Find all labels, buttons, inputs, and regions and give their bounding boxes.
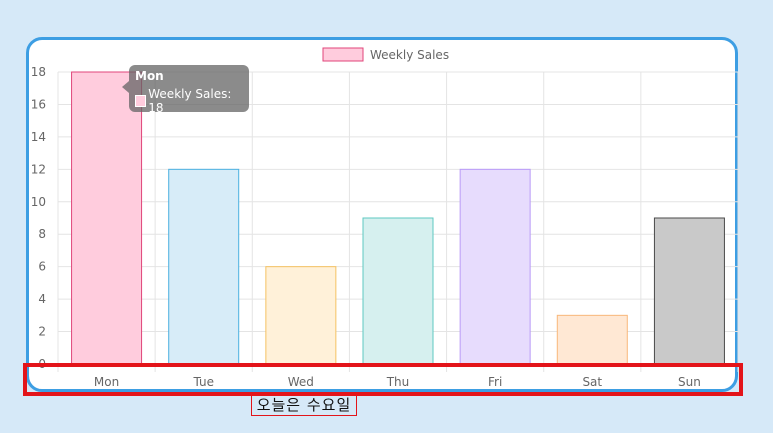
- bar: [265, 266, 337, 365]
- tooltip-row: Weekly Sales: 18: [135, 87, 243, 115]
- y-tick-label: 0: [38, 357, 46, 371]
- bar: [168, 168, 240, 365]
- x-tick-label: Tue: [192, 375, 214, 389]
- caption-text: 오늘은 수요일: [251, 394, 357, 416]
- y-tick-label: 8: [38, 227, 46, 241]
- x-tick-label: Sat: [582, 375, 602, 389]
- y-tick-label: 18: [31, 65, 46, 79]
- bar: [71, 71, 143, 365]
- bar: [362, 217, 434, 365]
- y-tick-label: 2: [38, 325, 46, 339]
- bar-chart: 0 2 4 6 8 10 12 14 16 18 Mon Tue Wed Thu Fri Sat Sun Week…: [31, 47, 739, 389]
- y-tick-label: 10: [31, 195, 46, 209]
- x-tick-label: Fri: [488, 375, 502, 389]
- legend-label: Weekly Sales: [370, 48, 449, 62]
- y-tick-label: 14: [31, 130, 46, 144]
- y-tick-label: 12: [31, 162, 46, 176]
- bar: [653, 217, 725, 365]
- tooltip-label: Weekly Sales: 18: [148, 87, 232, 115]
- x-tick-label: Sun: [678, 375, 701, 389]
- x-tick-label: Thu: [386, 375, 410, 389]
- stage: 0 2 4 6 8 10 12 14 16 18 Mon Tue Wed Thu Fri Sat Sun Week…: [0, 0, 773, 433]
- chart-tooltip: Mon Weekly Sales: 18: [122, 65, 249, 115]
- x-tick-label: Wed: [288, 375, 314, 389]
- bar: [459, 168, 531, 365]
- tooltip-swatch: [135, 95, 147, 107]
- y-tick-label: 4: [38, 292, 46, 306]
- y-tick-label: 16: [31, 97, 46, 111]
- tooltip-title: Mon: [135, 69, 164, 83]
- y-tick-label: 6: [38, 260, 46, 274]
- legend-swatch: [322, 47, 364, 62]
- bar: [556, 314, 628, 365]
- x-tick-label: Mon: [94, 375, 119, 389]
